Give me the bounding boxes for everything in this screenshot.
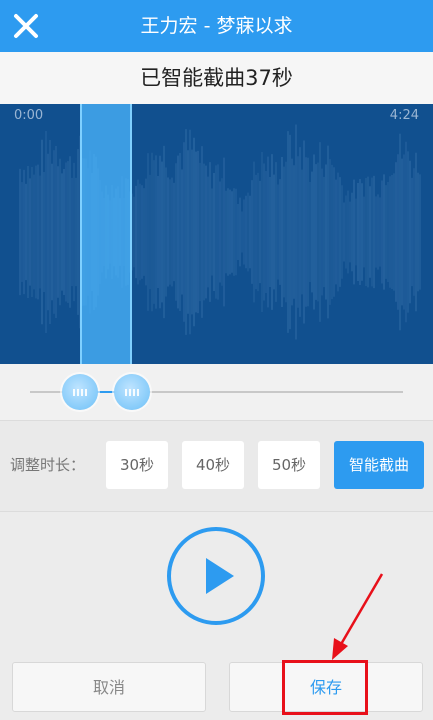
duration-label: 调整时长： [10,456,86,474]
close-button[interactable] [8,8,44,44]
duration-40s-button[interactable]: 40秒 [182,441,244,489]
end-time: 4:24 [389,108,419,123]
grip-icon [73,389,87,396]
grip-icon [125,389,139,396]
range-slider [0,364,433,420]
song-title: 王力宏 - 梦寐以求 [140,15,293,37]
play-button[interactable] [166,526,266,626]
waveform-graphic [19,124,421,340]
save-button[interactable]: 保存 [229,662,423,712]
duration-selector: 调整时长： 30秒 40秒 50秒 智能截曲 [0,420,433,512]
start-time: 0:00 [14,108,44,123]
end-handle[interactable] [114,374,150,410]
smart-trim-button[interactable]: 智能截曲 [334,441,424,489]
selected-range[interactable] [80,104,132,364]
duration-50s-button[interactable]: 50秒 [258,441,320,489]
close-icon [14,14,38,38]
trim-status-text: 已智能截曲37秒 [0,52,433,104]
waveform-panel[interactable]: 0:00 4:24 [0,104,433,364]
cancel-button[interactable]: 取消 [12,662,206,712]
play-icon [167,527,265,625]
duration-30s-button[interactable]: 30秒 [106,441,168,489]
top-bar: 王力宏 - 梦寐以求 [0,0,433,52]
start-handle[interactable] [62,374,98,410]
player-area [0,511,433,646]
